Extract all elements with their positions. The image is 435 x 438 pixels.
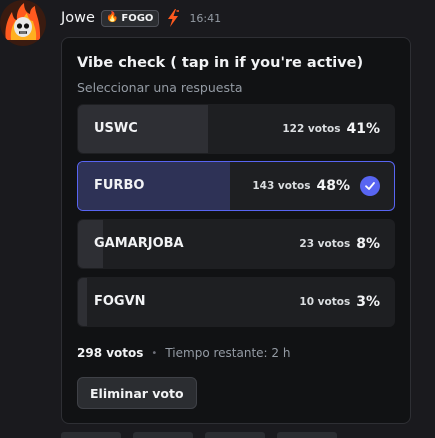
guild-tag[interactable]: 🔥 FOGO [100, 9, 160, 27]
poll-option-label: FURBO [94, 178, 145, 193]
guild-tag-label: FOGO [121, 12, 154, 24]
avatar-image [0, 0, 46, 46]
poll-option-votes: 122 votos [282, 123, 341, 135]
poll-option-percent: 41% [346, 121, 380, 137]
separator-dot: • [151, 347, 158, 359]
poll-option-stats: 143 votos 48% [252, 162, 380, 210]
remove-vote-button[interactable]: Eliminar voto [77, 377, 197, 409]
username[interactable]: Jowe [61, 10, 95, 26]
poll-option-percent: 8% [356, 236, 380, 252]
timestamp: 16:41 [189, 11, 222, 25]
reaction-bar [61, 432, 337, 438]
poll-option-fill [78, 278, 88, 326]
poll-question: Vibe check ( tap in if you're active) [77, 55, 364, 71]
poll-card: Vibe check ( tap in if you're active) Se… [61, 37, 411, 424]
poll-footer: 298 votos • Tiempo restante: 2 h [77, 346, 290, 360]
poll-option-uswc[interactable]: USWC 122 votos 41% [77, 104, 395, 154]
total-votes[interactable]: 298 votos [77, 346, 143, 360]
poll-option-gamarjoba[interactable]: GAMARJOBA 23 votos 8% [77, 219, 395, 269]
reaction-pill[interactable] [133, 432, 193, 438]
lightning-bolt-icon [165, 8, 181, 28]
reaction-pill[interactable] [205, 432, 265, 438]
reaction-pill[interactable] [61, 432, 121, 438]
chat-message: Jowe 🔥 FOGO 16:41 Vibe check ( tap in if… [0, 0, 435, 438]
poll-option-percent: 3% [356, 294, 380, 310]
message-header: Jowe 🔥 FOGO 16:41 [61, 8, 221, 28]
poll-option-votes: 10 votos [299, 296, 351, 308]
checkmark-icon [360, 176, 380, 196]
poll-option-stats: 23 votos 8% [299, 220, 380, 268]
poll-prompt: Seleccionar una respuesta [77, 80, 243, 95]
poll-option-furbo[interactable]: FURBO 143 votos 48% [77, 161, 395, 211]
poll-option-label: FOGVN [94, 294, 146, 309]
flame-icon: 🔥 [105, 12, 119, 23]
poll-option-label: GAMARJOBA [94, 236, 184, 251]
poll-option-percent: 48% [316, 178, 350, 194]
avatar[interactable] [0, 0, 46, 46]
time-remaining: Tiempo restante: 2 h [165, 346, 291, 360]
poll-option-stats: 10 votos 3% [299, 278, 380, 326]
poll-option-votes: 23 votos [299, 238, 351, 250]
reaction-pill[interactable] [277, 432, 337, 438]
poll-option-votes: 143 votos [252, 180, 311, 192]
poll-option-fogvn[interactable]: FOGVN 10 votos 3% [77, 277, 395, 327]
poll-option-stats: 122 votos 41% [282, 105, 380, 153]
poll-option-label: USWC [94, 121, 138, 136]
